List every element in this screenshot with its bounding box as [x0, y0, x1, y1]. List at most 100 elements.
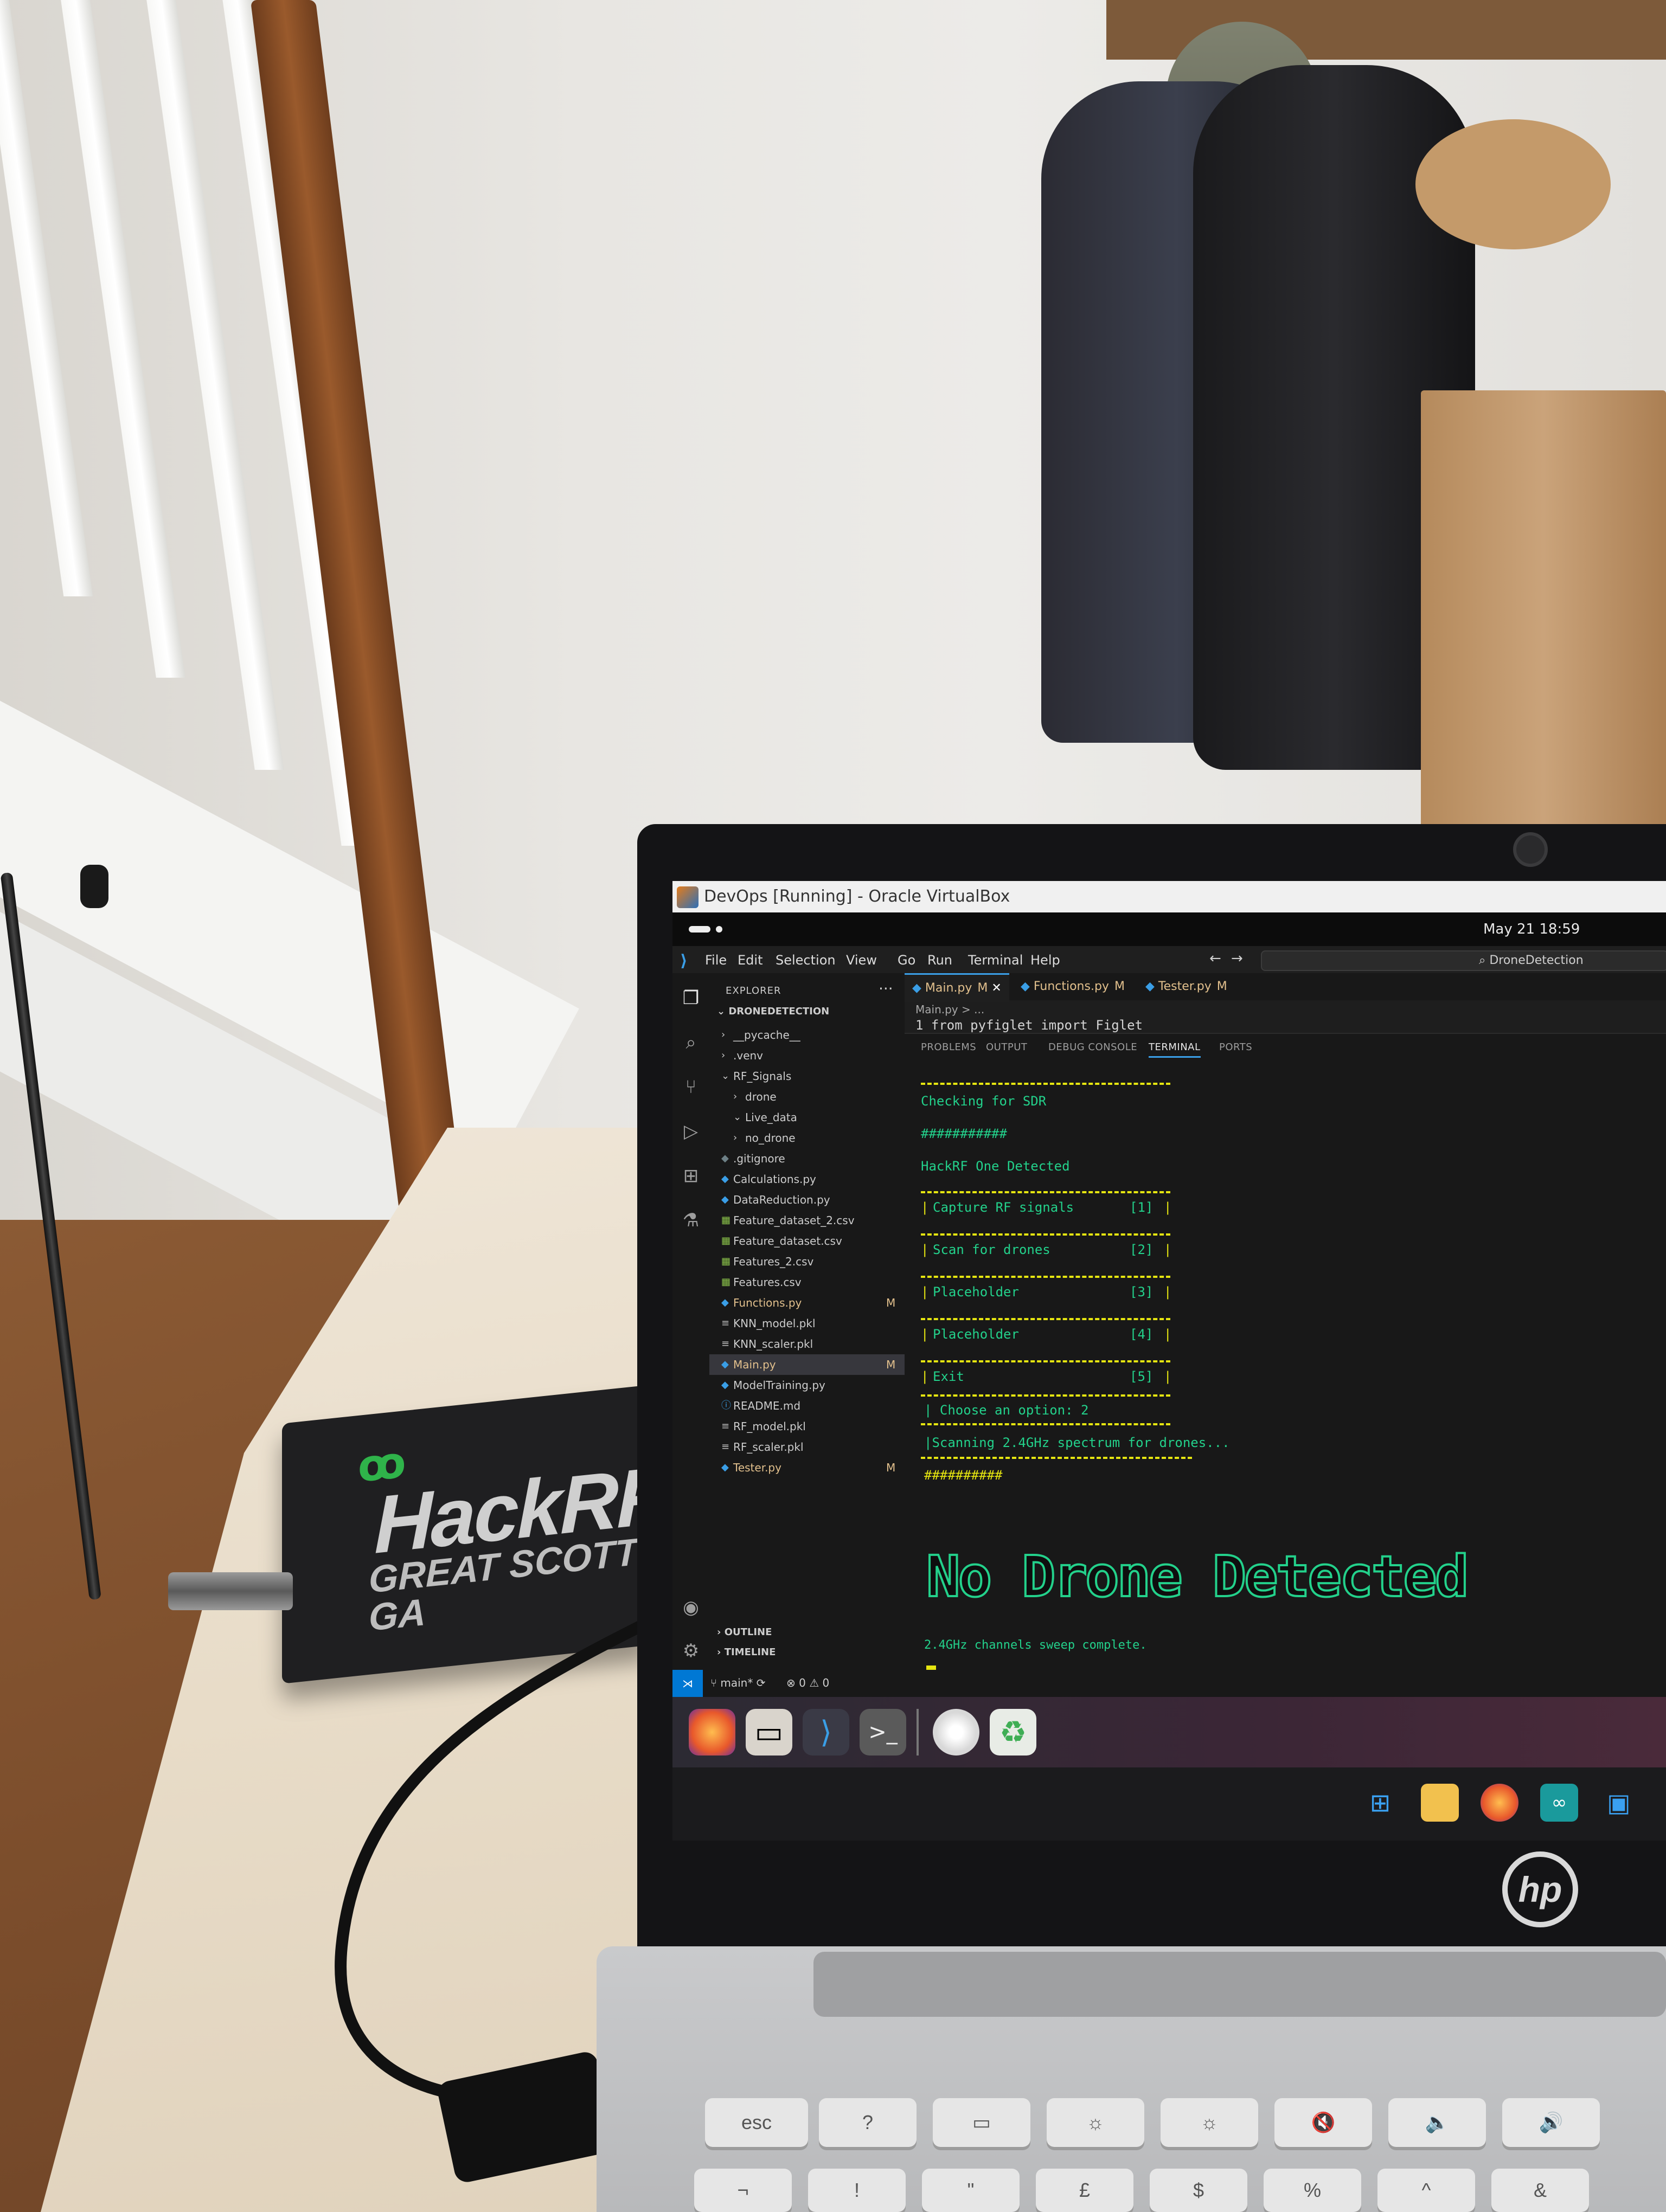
virtualbox-icon — [677, 886, 699, 908]
code-line[interactable]: 1 from pyfiglet import Figlet — [915, 1018, 1143, 1033]
scanning-text: |Scanning 2.4GHz spectrum for drones... — [924, 1435, 1230, 1450]
chevron-icon: ⌄ — [733, 1111, 742, 1123]
run-debug-icon[interactable]: ▷ — [680, 1121, 702, 1142]
keyboard-key: & — [1491, 2169, 1589, 2212]
arrow-right-icon[interactable]: → — [1231, 950, 1243, 967]
menu-option: | Scan for drones [2] | — [921, 1233, 1171, 1261]
tree-item[interactable]: ◆ ModelTraining.py — [709, 1375, 905, 1396]
menu-option-label: Scan for drones — [933, 1242, 1050, 1257]
panel-tab-debug-console[interactable]: DEBUG CONSOLE — [1048, 1041, 1137, 1053]
antenna-tip — [80, 865, 108, 908]
tab-main-py[interactable]: ◆ Main.py M ✕ — [905, 973, 1009, 1002]
menu-terminal[interactable]: Terminal — [968, 953, 1023, 968]
gear-icon[interactable]: ⚙ — [680, 1640, 702, 1662]
firefox-icon[interactable] — [689, 1709, 735, 1756]
tree-item[interactable]: ◆ Main.py M — [709, 1354, 905, 1375]
search-icon[interactable]: ⌕ — [680, 1032, 702, 1053]
breadcrumb[interactable]: Main.py > ... — [915, 1003, 984, 1016]
tab-functions-py[interactable]: ◆ Functions.py M — [1013, 973, 1132, 1000]
menu-edit[interactable]: Edit — [738, 953, 762, 968]
clock[interactable]: May 21 18:59 — [1483, 921, 1580, 937]
box-border: | — [921, 1284, 929, 1300]
tree-item[interactable]: › __pycache__ — [709, 1025, 905, 1045]
tree-item[interactable]: ◆ DataReduction.py — [709, 1189, 905, 1210]
file-explorer-icon[interactable] — [1421, 1784, 1459, 1822]
chevron-icon: › — [733, 1132, 738, 1143]
explorer-root-folder[interactable]: ⌄ DRONEDETECTION — [717, 1006, 829, 1017]
files-icon[interactable]: ❐ — [680, 987, 702, 1009]
tree-item[interactable]: ⌄ RF_Signals — [709, 1066, 905, 1086]
tree-item[interactable]: ◆ Tester.py M — [709, 1457, 905, 1478]
menu-selection[interactable]: Selection — [776, 953, 836, 968]
firefox-icon[interactable] — [1481, 1784, 1518, 1822]
file-icon: ◆ — [721, 1297, 729, 1308]
panel-tab-terminal[interactable]: TERMINAL — [1149, 1041, 1201, 1058]
tree-item[interactable]: ▦ Features_2.csv — [709, 1251, 905, 1272]
tree-item-label: Features.csv — [733, 1276, 802, 1289]
tree-item[interactable]: ≡ KNN_model.pkl — [709, 1313, 905, 1334]
tree-item[interactable]: ≡ KNN_scaler.pkl — [709, 1334, 905, 1354]
tree-item[interactable]: › .venv — [709, 1045, 905, 1066]
vscode-icon[interactable]: ⟩ — [803, 1709, 849, 1756]
virtualbox-titlebar[interactable]: DevOps [Running] - Oracle VirtualBox — [672, 881, 1666, 912]
panel-tab-problems[interactable]: PROBLEMS — [921, 1041, 976, 1053]
tree-item[interactable]: ▦ Feature_dataset.csv — [709, 1231, 905, 1251]
menu-file[interactable]: File — [705, 953, 727, 968]
tree-item[interactable]: › drone — [709, 1086, 905, 1107]
testing-icon[interactable]: ⚗ — [680, 1210, 702, 1231]
box-border: | — [921, 1369, 929, 1384]
menu-option-label: Exit — [933, 1369, 964, 1384]
file-icon: ≡ — [721, 1420, 730, 1432]
arduino-icon[interactable]: ∞ — [1540, 1784, 1578, 1822]
panel-tab-output[interactable]: OUTPUT — [986, 1041, 1027, 1053]
dock-separator — [917, 1709, 919, 1756]
tree-item[interactable]: ▦ Feature_dataset_2.csv — [709, 1210, 905, 1231]
menu-run[interactable]: Run — [927, 953, 952, 968]
menu-view[interactable]: View — [846, 953, 877, 968]
tree-item-label: ModelTraining.py — [733, 1379, 825, 1392]
tree-item[interactable]: › no_drone — [709, 1128, 905, 1148]
status-bar: ⋊ ⑂ main* ⟳ ⊗ 0 ⚠ 0 — [672, 1670, 1666, 1697]
menu-option: | Placeholder [3] | — [921, 1276, 1171, 1303]
tree-item[interactable]: ⌄ Live_data — [709, 1107, 905, 1128]
tree-item[interactable]: ◆ .gitignore — [709, 1148, 905, 1169]
menu-help[interactable]: Help — [1030, 953, 1060, 968]
trash-icon[interactable]: ♻ — [990, 1709, 1036, 1756]
account-icon[interactable]: ◉ — [680, 1597, 702, 1618]
extensions-icon[interactable]: ⊞ — [680, 1165, 702, 1187]
terminal-icon[interactable]: >_ — [860, 1709, 906, 1756]
close-icon[interactable]: ✕ — [988, 981, 1001, 995]
tree-item[interactable]: ▦ Features.csv — [709, 1272, 905, 1293]
file-icon: ◆ — [721, 1173, 729, 1185]
command-center-search[interactable]: ⌕ DroneDetection — [1261, 950, 1666, 971]
tab-tester-py[interactable]: ◆ Tester.py M — [1138, 973, 1235, 1000]
terminal[interactable]: Checking for SDR ########### HackRF One … — [921, 1083, 1664, 1682]
outline-section[interactable]: › OUTLINE — [717, 1626, 772, 1638]
keyboard-key: 🔇 — [1274, 2098, 1372, 2147]
file-icon: ≡ — [721, 1317, 730, 1329]
virtualbox-icon[interactable]: ▣ — [1600, 1784, 1638, 1822]
tree-item[interactable]: ≡ RF_scaler.pkl — [709, 1437, 905, 1457]
source-control-icon[interactable]: ⑂ — [680, 1076, 702, 1098]
divider — [921, 1083, 1170, 1085]
activities-indicator[interactable] — [689, 926, 710, 933]
tree-item-label: RF_Signals — [733, 1070, 792, 1083]
keyboard-key: % — [1264, 2169, 1361, 2212]
tree-item[interactable]: ⓘ README.md — [709, 1396, 905, 1416]
tree-item[interactable]: ◆ Calculations.py — [709, 1169, 905, 1189]
arrow-left-icon[interactable]: ← — [1209, 950, 1221, 967]
git-branch[interactable]: ⑂ main* ⟳ — [710, 1676, 765, 1689]
disc-icon[interactable] — [933, 1709, 979, 1756]
tree-item[interactable]: ◆ Functions.py M — [709, 1293, 905, 1313]
remote-icon[interactable]: ⋊ — [672, 1670, 703, 1697]
menu-go[interactable]: Go — [898, 953, 915, 968]
keyboard-key: £ — [1036, 2169, 1133, 2212]
panel-tab-ports[interactable]: PORTS — [1219, 1041, 1252, 1053]
tree-item[interactable]: ≡ RF_model.pkl — [709, 1416, 905, 1437]
more-actions-icon[interactable]: ··· — [879, 980, 893, 998]
timeline-section[interactable]: › TIMELINE — [717, 1647, 776, 1658]
problems-count[interactable]: ⊗ 0 ⚠ 0 — [786, 1676, 829, 1689]
workspace-dot[interactable] — [716, 926, 722, 933]
files-icon[interactable]: ▭ — [746, 1709, 792, 1756]
windows-start-icon[interactable]: ⊞ — [1361, 1784, 1399, 1822]
